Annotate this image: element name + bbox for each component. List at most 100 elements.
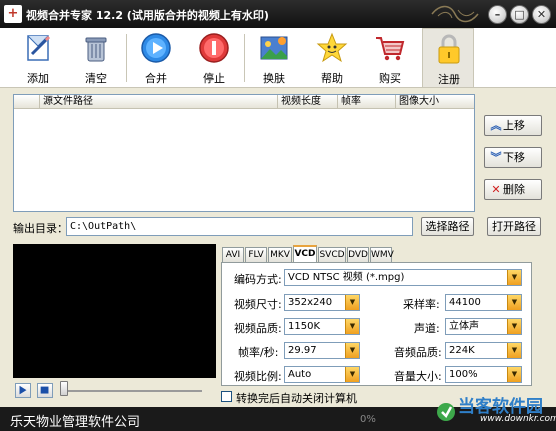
register-label: 注册 bbox=[438, 73, 460, 86]
chevron-down-icon: ▼ bbox=[507, 367, 521, 382]
delete-button[interactable]: ✕ 删除 bbox=[484, 179, 542, 200]
volume-label: 音量大小: bbox=[394, 370, 442, 383]
channel-label: 声道: bbox=[414, 322, 440, 335]
chevron-down-icon: ▼ bbox=[507, 270, 521, 285]
sample-rate-value: 44100 bbox=[449, 297, 481, 308]
sample-rate-label: 采样率: bbox=[403, 298, 440, 311]
chevron-down-icon: ▼ bbox=[345, 295, 359, 310]
merge-label: 合并 bbox=[145, 72, 167, 85]
audio-quality-label: 音频品质: bbox=[394, 346, 442, 359]
chevron-down-icon: ▼ bbox=[345, 367, 359, 382]
clear-button[interactable]: 清空 bbox=[70, 28, 122, 88]
seek-track[interactable] bbox=[62, 390, 202, 392]
help-button[interactable]: 帮助 bbox=[306, 28, 358, 88]
aspect-ratio-value: Auto bbox=[288, 369, 312, 380]
aspect-ratio-label: 视频比例: bbox=[234, 370, 282, 383]
choose-path-button[interactable]: 选择路径 bbox=[421, 217, 474, 236]
video-preview bbox=[13, 244, 216, 378]
chevron-down-icon: ▼ bbox=[507, 319, 521, 334]
skin-icon bbox=[260, 36, 288, 60]
volume-select[interactable]: 100% ▼ bbox=[445, 366, 522, 383]
stop-button[interactable]: 停止 bbox=[188, 28, 240, 88]
sample-rate-select[interactable]: 44100 ▼ bbox=[445, 294, 522, 311]
app-icon: + bbox=[4, 5, 22, 23]
shutdown-checkbox[interactable] bbox=[221, 391, 232, 402]
add-button[interactable]: 添加 bbox=[12, 28, 64, 88]
maximize-button[interactable]: □ bbox=[510, 5, 529, 24]
video-quality-label: 视频品质: bbox=[234, 322, 282, 335]
file-list[interactable]: 源文件路径 视频长度 帧率 图像大小 bbox=[13, 94, 475, 212]
play-button[interactable] bbox=[15, 383, 31, 398]
column-source-path[interactable]: 源文件路径 bbox=[40, 95, 278, 109]
buy-cart-icon bbox=[376, 37, 405, 61]
stop-square-icon bbox=[40, 386, 49, 394]
stop-label: 停止 bbox=[203, 72, 225, 85]
channel-value: 立体声 bbox=[449, 321, 479, 332]
register-button[interactable]: 注册 bbox=[422, 28, 474, 88]
column-frame-rate[interactable]: 帧率 bbox=[338, 95, 396, 109]
column-index bbox=[14, 95, 40, 109]
video-quality-select[interactable]: 1150K ▼ bbox=[284, 318, 360, 335]
ornament-icon bbox=[431, 5, 479, 23]
volume-value: 100% bbox=[449, 369, 478, 380]
aspect-ratio-select[interactable]: Auto ▼ bbox=[284, 366, 360, 383]
audio-quality-select[interactable]: 224K ▼ bbox=[445, 342, 522, 359]
column-duration[interactable]: 视频长度 bbox=[278, 95, 338, 109]
close-button[interactable]: ✕ bbox=[532, 5, 551, 24]
stop-icon bbox=[199, 33, 229, 63]
merge-play-icon bbox=[141, 33, 171, 63]
stop-preview-button[interactable] bbox=[37, 383, 53, 398]
video-size-label: 视频尺寸: bbox=[234, 298, 282, 311]
tab-avi[interactable]: AVI bbox=[222, 247, 244, 262]
chevron-down-icon: ▼ bbox=[507, 343, 521, 358]
move-up-label: 上移 bbox=[503, 119, 525, 132]
video-size-value: 352x240 bbox=[288, 297, 333, 308]
open-path-button[interactable]: 打开路径 bbox=[487, 217, 541, 236]
tab-mkv[interactable]: MKV bbox=[268, 247, 292, 262]
channel-select[interactable]: 立体声 ▼ bbox=[445, 318, 522, 335]
site-url: www.downkr.com bbox=[480, 414, 556, 424]
merge-button[interactable]: 合并 bbox=[130, 28, 182, 88]
move-down-label: 下移 bbox=[503, 151, 525, 164]
move-up-button[interactable]: ︽ 上移 bbox=[484, 115, 542, 136]
tab-dvd[interactable]: DVD bbox=[347, 247, 369, 262]
encoding-select[interactable]: VCD NTSC 视频 (*.mpg) ▼ bbox=[284, 269, 522, 286]
output-path-field[interactable]: C:\OutPath\ bbox=[66, 217, 413, 236]
tab-wmv[interactable]: WMV bbox=[370, 247, 394, 262]
frame-rate-value: 29.97 bbox=[288, 345, 317, 356]
frame-rate-label: 帧率/秒: bbox=[238, 346, 279, 359]
play-icon bbox=[19, 385, 27, 395]
add-label: 添加 bbox=[27, 72, 49, 85]
seek-slider-thumb[interactable] bbox=[60, 381, 68, 396]
video-size-select[interactable]: 352x240 ▼ bbox=[284, 294, 360, 311]
progress-text: 0% bbox=[360, 414, 376, 425]
column-image-size[interactable]: 图像大小 bbox=[396, 95, 474, 109]
add-file-icon bbox=[27, 35, 51, 61]
clear-label: 清空 bbox=[85, 72, 107, 85]
move-down-button[interactable]: ︾ 下移 bbox=[484, 147, 542, 168]
output-dir-label: 输出目录： bbox=[13, 222, 68, 235]
skin-button[interactable]: 换肤 bbox=[248, 28, 300, 88]
toolbar: 添加 清空 合并 停止 换肤 帮助 购买 注册 bbox=[0, 28, 556, 88]
move-up-icon: ︽ bbox=[490, 119, 502, 132]
tab-svcd[interactable]: SVCD bbox=[318, 247, 346, 262]
move-down-icon: ︾ bbox=[490, 151, 502, 164]
buy-button[interactable]: 购买 bbox=[364, 28, 416, 88]
buy-label: 购买 bbox=[379, 72, 401, 85]
chevron-down-icon: ▼ bbox=[345, 319, 359, 334]
title-bar[interactable]: + 视频合并专家 12.2 (试用版合并的视频上有水印) – □ ✕ bbox=[0, 0, 556, 28]
frame-rate-select[interactable]: 29.97 ▼ bbox=[284, 342, 360, 359]
video-quality-value: 1150K bbox=[288, 321, 321, 332]
toolbar-separator bbox=[126, 34, 127, 82]
shutdown-label: 转换完后自动关闭计算机 bbox=[236, 392, 357, 405]
window-title: 视频合并专家 12.2 (试用版合并的视频上有水印) bbox=[26, 9, 269, 22]
help-star-icon bbox=[316, 32, 348, 63]
tab-vcd[interactable]: VCD bbox=[293, 245, 317, 263]
chevron-down-icon: ▼ bbox=[345, 343, 359, 358]
chevron-down-icon: ▼ bbox=[507, 295, 521, 310]
file-list-header: 源文件路径 视频长度 帧率 图像大小 bbox=[14, 95, 474, 109]
delete-x-icon: ✕ bbox=[491, 183, 501, 196]
minimize-button[interactable]: – bbox=[488, 5, 507, 24]
tab-flv[interactable]: FLV bbox=[245, 247, 267, 262]
encoding-value: VCD NTSC 视频 (*.mpg) bbox=[288, 272, 405, 283]
